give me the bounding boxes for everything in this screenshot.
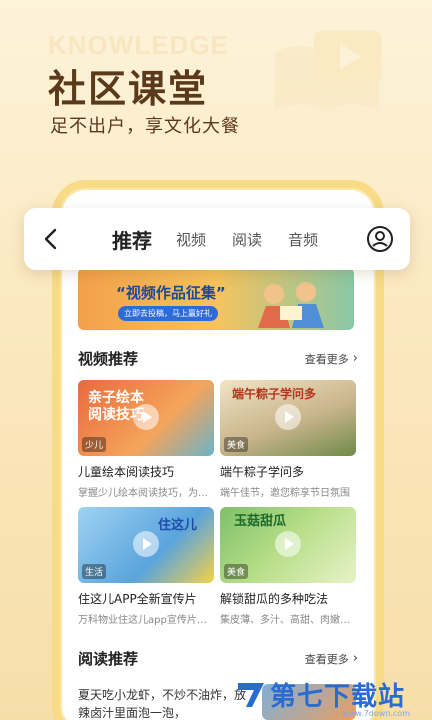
book-video-icon — [275, 30, 382, 111]
site-watermark: 第七下载站 www.7down.com — [234, 670, 424, 718]
promo-banner[interactable]: “视频作品征集” 立即去投稿，马上赢好礼 — [78, 268, 354, 330]
page-title: 社区课堂 — [48, 67, 209, 111]
video-card[interactable]: 住这儿 生活 住这儿APP全新宣传片 万科物业住这儿app宣传片，... — [78, 507, 214, 626]
hero-background-word: KNOWLEDGE — [48, 30, 229, 60]
play-icon — [133, 531, 159, 557]
reading-see-more-link[interactable]: 查看更多 › — [305, 651, 358, 667]
video-card[interactable]: 端午粽子学问多 美食 端午粽子学问多 端午佳节，邀您粽享节日氛围 — [220, 380, 356, 499]
thumbnail-title: 端午粽子学问多 — [232, 387, 317, 401]
banner-cta[interactable]: 立即去投稿，马上赢好礼 — [118, 306, 218, 321]
chevron-right-icon: › — [352, 651, 358, 666]
tab-recommend[interactable]: 推荐 — [112, 225, 152, 254]
video-description: 万科物业住这儿app宣传片，... — [78, 615, 214, 626]
banner-title: “视频作品征集” — [116, 284, 226, 302]
category-tag: 美食 — [224, 564, 249, 579]
play-icon — [275, 531, 301, 557]
chevron-right-icon: › — [352, 351, 358, 366]
video-thumbnail: 端午粽子学问多 美食 — [220, 380, 356, 456]
tab-audio[interactable]: 音频 — [288, 229, 318, 250]
video-title: 住这儿APP全新宣传片 — [78, 592, 197, 606]
video-title: 儿童绘本阅读技巧 — [78, 465, 175, 479]
video-card[interactable]: 亲子绘本阅读技巧 少儿 儿童绘本阅读技巧 掌握少儿绘本阅读技巧，为将... — [78, 380, 214, 499]
watermark-text: 第七下载站 — [270, 681, 406, 712]
tab-video[interactable]: 视频 — [176, 229, 206, 250]
video-description: 端午佳节，邀您粽享节日氛围 — [220, 488, 350, 499]
play-icon — [275, 404, 301, 430]
video-description: 掌握少儿绘本阅读技巧，为将... — [78, 488, 214, 499]
play-icon — [133, 404, 159, 430]
video-thumbnail: 玉菇甜瓜 美食 — [220, 507, 356, 583]
category-tag: 少儿 — [82, 437, 107, 452]
video-title: 解锁甜瓜的多种吃法 — [220, 592, 329, 606]
chevron-left-icon — [44, 228, 57, 250]
kids-reading-illustration — [258, 282, 324, 328]
video-description: 集皮薄、多汁、高甜、肉嫩、... — [220, 615, 356, 626]
video-thumbnail: 住这儿 生活 — [78, 507, 214, 583]
back-button[interactable] — [30, 208, 72, 270]
reading-section-header: 阅读推荐 查看更多 › — [78, 648, 358, 669]
reading-item-text[interactable]: 夏天吃小龙虾，不炒不油炸，放辣卤汁里面泡一泡， — [78, 686, 248, 720]
video-thumbnail: 亲子绘本阅读技巧 少儿 — [78, 380, 214, 456]
top-navbar: 推荐 视频 阅读 音频 — [24, 208, 410, 270]
watermark-url: www.7down.com — [342, 709, 410, 718]
video-see-more-link[interactable]: 查看更多 › — [305, 351, 358, 367]
thumbnail-title: 住这儿 — [158, 518, 198, 533]
site-logo-icon — [238, 683, 264, 707]
reading-section-title: 阅读推荐 — [78, 650, 139, 668]
page-subtitle: 足不出户，享文化大餐 — [50, 116, 240, 137]
video-card[interactable]: 玉菇甜瓜 美食 解锁甜瓜的多种吃法 集皮薄、多汁、高甜、肉嫩、... — [220, 507, 356, 626]
user-profile-icon[interactable] — [366, 225, 394, 253]
video-section-title: 视频推荐 — [78, 350, 139, 368]
category-tabs: 推荐 视频 阅读 音频 — [112, 225, 344, 254]
category-tag: 生活 — [82, 564, 107, 579]
thumbnail-title: 玉菇甜瓜 — [234, 514, 287, 529]
tab-reading[interactable]: 阅读 — [232, 229, 262, 250]
see-more-label: 查看更多 — [304, 352, 349, 366]
see-more-label: 查看更多 — [304, 652, 349, 666]
video-title: 端午粽子学问多 — [220, 465, 305, 479]
category-tag: 美食 — [224, 437, 249, 452]
video-section-header: 视频推荐 查看更多 › — [78, 348, 358, 369]
